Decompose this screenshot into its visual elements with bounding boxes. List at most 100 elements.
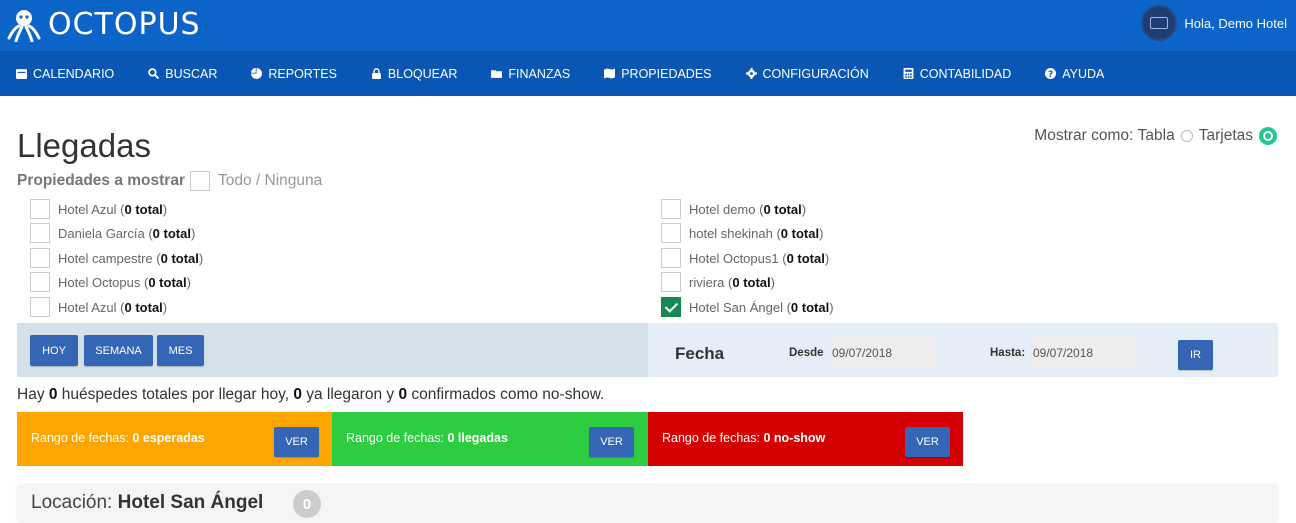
property-count: 0 total: [763, 201, 802, 217]
card-prefix: Rango de fechas:: [346, 431, 448, 445]
nav-item-finanzas[interactable]: FINANZAS: [491, 67, 570, 81]
property-item[interactable]: Hotel Octopus1 (0 total): [661, 248, 829, 268]
nav-label: FINANZAS: [508, 66, 571, 81]
select-all-label[interactable]: Todo / Ninguna: [218, 172, 322, 190]
property-name: Hotel campestre: [58, 250, 153, 266]
top-bar: OCTOPUS Hola, Demo Hotel: [0, 0, 1296, 51]
hotel-logo-icon: [1150, 17, 1169, 29]
octopus-logo-icon: [7, 9, 41, 42]
property-name: Hotel Azul: [58, 201, 117, 217]
select-all-checkbox[interactable]: [189, 171, 210, 191]
property-count: 0 total: [732, 274, 771, 290]
gear-icon: [745, 68, 757, 79]
property-checkbox[interactable]: [30, 199, 50, 219]
page-title: Llegadas: [17, 127, 151, 164]
location-title: Locación: Hotel San Ángel: [31, 492, 263, 514]
property-item[interactable]: hotel shekinah (0 total): [661, 223, 823, 243]
radio-cards[interactable]: [1259, 127, 1277, 145]
property-count: 0 total: [786, 250, 825, 266]
view-expected-button[interactable]: VER: [274, 427, 319, 457]
summary-text: confirmados como no-show.: [407, 386, 605, 403]
noshow-card: Rango de fechas: 0 no-show VER: [648, 412, 963, 466]
nav-label: PROPIEDADES: [621, 66, 712, 81]
nav-label: CONFIGURACIÓN: [762, 66, 869, 81]
property-name: Hotel Octopus: [58, 274, 141, 290]
property-checkbox-checked[interactable]: [661, 297, 681, 317]
map-icon: [604, 68, 616, 79]
property-checkbox[interactable]: [30, 297, 50, 317]
property-checkbox[interactable]: [661, 248, 681, 268]
property-item[interactable]: Daniela García (0 total): [30, 223, 195, 243]
to-label: Hasta:: [990, 347, 1026, 359]
avatar[interactable]: [1141, 5, 1178, 41]
location-label: Locación:: [31, 492, 118, 513]
nav-item-buscar[interactable]: BUSCAR: [148, 67, 217, 81]
property-count: 0 total: [160, 250, 199, 266]
view-arrived-button[interactable]: VER: [589, 427, 634, 457]
property-item[interactable]: Hotel demo (0 total): [661, 199, 806, 219]
summary-text: huéspedes totales por llegar hoy,: [57, 386, 294, 403]
property-item[interactable]: Hotel San Ángel (0 total): [661, 297, 834, 317]
nav-item-bloquear[interactable]: BLOQUEAR: [371, 67, 457, 81]
display-mode-table-label[interactable]: Tabla: [1138, 127, 1175, 145]
location-panel: Locación: Hotel San Ángel 0: [17, 484, 1278, 523]
nav-label: AYUDA: [1062, 66, 1105, 81]
nav-label: CALENDARIO: [33, 66, 115, 81]
property-checkbox[interactable]: [30, 223, 50, 243]
summary-total: 0: [48, 386, 58, 403]
from-date-input[interactable]: 09/07/2018: [831, 337, 936, 368]
property-item[interactable]: Hotel campestre (0 total): [30, 248, 203, 268]
card-value: 0 no-show: [763, 431, 826, 445]
property-name: Hotel San Ángel: [689, 299, 783, 315]
property-count: 0 total: [148, 274, 187, 290]
nav-label: CONTABILIDAD: [919, 66, 1012, 81]
view-noshow-button[interactable]: VER: [905, 427, 950, 457]
property-item[interactable]: Hotel Azul (0 total): [30, 297, 167, 317]
display-mode-label: Mostrar como:: [1034, 127, 1134, 144]
month-button[interactable]: MES: [157, 335, 204, 366]
nav-item-propiedades[interactable]: PROPIEDADES: [604, 66, 712, 81]
brand-logo[interactable]: OCTOPUS: [6, 7, 201, 42]
brand-name: OCTOPUS: [48, 7, 201, 42]
property-count: 0 total: [152, 225, 191, 241]
property-count: 0 total: [124, 201, 163, 217]
radio-table[interactable]: [1180, 130, 1193, 142]
property-checkbox[interactable]: [661, 223, 681, 243]
property-name: Hotel Azul: [58, 299, 117, 315]
nav-item-ayuda[interactable]: ? AYUDA: [1045, 67, 1104, 81]
nav-item-calendario[interactable]: CALENDARIO: [16, 67, 114, 81]
go-button[interactable]: IR: [1178, 340, 1213, 370]
user-greeting[interactable]: Hola, Demo Hotel: [1184, 16, 1287, 31]
nav-item-configuracion[interactable]: CONFIGURACIÓN: [745, 66, 869, 81]
property-checkbox[interactable]: [30, 272, 50, 292]
today-button[interactable]: HOY: [30, 335, 78, 366]
calendar-icon: [16, 68, 27, 79]
expected-card: Rango de fechas: 0 esperadas VER: [17, 412, 332, 466]
property-count: 0 total: [790, 299, 830, 315]
nav-label: BLOQUEAR: [387, 66, 458, 81]
properties-label: Propiedades a mostrar: [17, 172, 185, 189]
property-name: Hotel Octopus1: [689, 250, 779, 266]
property-item[interactable]: Hotel Octopus (0 total): [30, 272, 191, 292]
nav-item-contabilidad[interactable]: CONTABILIDAD: [903, 67, 1011, 81]
display-mode-cards-label[interactable]: Tarjetas: [1199, 127, 1253, 145]
property-name: riviera: [689, 274, 725, 290]
card-prefix: Rango de fechas:: [31, 431, 133, 445]
property-checkbox[interactable]: [30, 248, 50, 268]
user-menu[interactable]: Hola, Demo Hotel: [1141, 5, 1287, 41]
to-date-input[interactable]: 09/07/2018: [1032, 337, 1137, 368]
property-checkbox[interactable]: [661, 272, 681, 292]
property-item[interactable]: Hotel Azul (0 total): [30, 199, 167, 219]
main-nav: CALENDARIO BUSCAR REPORTES BLOQUEAR FINA…: [0, 51, 1296, 96]
from-label: Desde: [789, 347, 824, 359]
week-button[interactable]: SEMANA: [84, 335, 153, 366]
property-item[interactable]: riviera (0 total): [661, 272, 775, 292]
nav-item-reportes[interactable]: REPORTES: [251, 67, 337, 81]
card-value: 0 llegadas: [447, 431, 508, 445]
pie-chart-icon: [251, 68, 263, 79]
card-text: Rango de fechas: 0 llegadas: [346, 431, 508, 445]
svg-text:?: ?: [1048, 70, 1053, 79]
property-name: hotel shekinah: [689, 225, 773, 241]
display-mode-toggle: Mostrar como: Tabla Tarjetas: [1034, 127, 1277, 145]
property-checkbox[interactable]: [661, 199, 681, 219]
